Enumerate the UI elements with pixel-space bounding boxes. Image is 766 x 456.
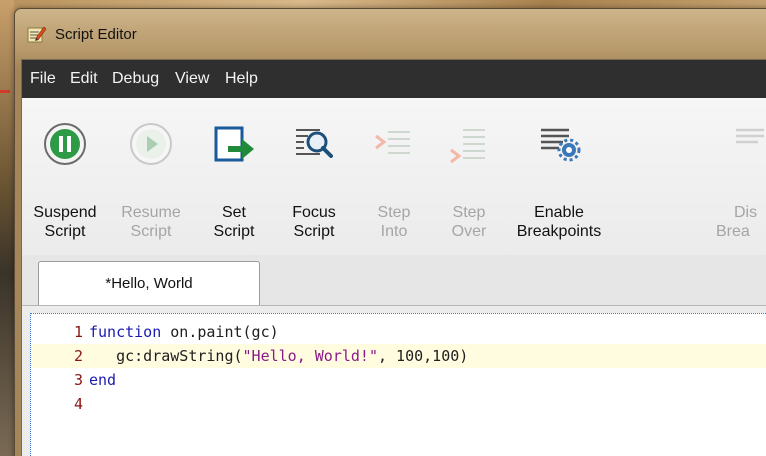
suspend-script-label-2: Script bbox=[44, 223, 86, 240]
breakpoints-gear-icon bbox=[541, 128, 581, 162]
set-script-button[interactable]: Set Script bbox=[194, 98, 274, 255]
step-over-button[interactable]: Step Over bbox=[434, 98, 504, 255]
line-number: 3 bbox=[73, 371, 83, 389]
desktop-red-mark bbox=[0, 90, 10, 93]
step-over-label-1: Step bbox=[452, 204, 486, 221]
tab-label: *Hello, World bbox=[105, 275, 193, 292]
code-editor[interactable]: 1 function on.paint(gc) 2 gc:drawString(… bbox=[30, 313, 766, 456]
code-token: on.paint(gc) bbox=[161, 323, 279, 341]
window-title: Script Editor bbox=[55, 26, 137, 43]
set-script-icon bbox=[214, 126, 254, 162]
string-token: "Hello, World!" bbox=[242, 347, 378, 365]
resume-script-label-2: Script bbox=[130, 223, 172, 240]
code-text: end bbox=[89, 368, 116, 392]
step-over-icon bbox=[450, 129, 485, 164]
step-into-icon bbox=[375, 131, 410, 154]
code-line[interactable]: 4 bbox=[31, 392, 766, 416]
set-script-label-2: Script bbox=[213, 223, 255, 240]
menu-edit[interactable]: Edit bbox=[70, 70, 98, 88]
code-line-current[interactable]: 2 gc:drawString("Hello, World!", 100,100… bbox=[31, 344, 766, 368]
code-text: gc:drawString("Hello, World!", 100,100) bbox=[89, 344, 468, 368]
desktop-background bbox=[0, 0, 14, 456]
enable-breakpoints-button[interactable]: Enable Breakpoints bbox=[504, 98, 614, 255]
resume-script-button[interactable]: Resume Script bbox=[108, 98, 194, 255]
disable-breakpoints-label-1: Dis bbox=[734, 204, 758, 221]
keyword-token: end bbox=[89, 371, 117, 389]
magnifier-icon bbox=[296, 129, 333, 158]
tab-hello-world[interactable]: *Hello, World bbox=[38, 261, 260, 305]
keyword-token: function bbox=[89, 323, 162, 341]
script-editor-app-icon bbox=[27, 26, 47, 43]
code-line[interactable]: 3 end bbox=[31, 368, 766, 392]
enable-breakpoints-label-1: Enable bbox=[534, 204, 584, 221]
window-client-area: File Edit Debug View Help Suspend Script bbox=[21, 59, 766, 456]
pause-icon bbox=[44, 123, 86, 165]
suspend-script-button[interactable]: Suspend Script bbox=[22, 98, 108, 255]
line-number: 2 bbox=[73, 347, 83, 365]
menu-debug[interactable]: Debug bbox=[112, 70, 159, 88]
tab-strip: *Hello, World bbox=[22, 255, 766, 306]
menu-file[interactable]: File bbox=[30, 70, 56, 88]
menu-bar: File Edit Debug View Help bbox=[22, 60, 766, 98]
disable-breakpoints-label-2: Brea bbox=[716, 223, 750, 240]
step-into-label-2: Into bbox=[380, 223, 408, 240]
disable-breakpoints-icon bbox=[736, 128, 764, 144]
step-into-label-1: Step bbox=[377, 204, 411, 221]
menu-help[interactable]: Help bbox=[225, 70, 258, 88]
toolbar: Suspend Script Resume Script Set Script … bbox=[22, 98, 766, 256]
play-icon bbox=[130, 123, 172, 165]
focus-script-label-1: Focus bbox=[292, 204, 336, 221]
code-token: , 100,100) bbox=[378, 347, 469, 365]
code-token: gc:drawString( bbox=[89, 347, 243, 365]
enable-breakpoints-label-2: Breakpoints bbox=[516, 223, 602, 240]
script-editor-window: Script Editor File Edit Debug View Help … bbox=[14, 8, 766, 456]
menu-view[interactable]: View bbox=[175, 70, 209, 88]
set-script-label-1: Set bbox=[221, 204, 246, 221]
step-over-label-2: Over bbox=[451, 223, 487, 240]
line-number: 4 bbox=[73, 395, 83, 413]
title-bar[interactable]: Script Editor bbox=[15, 9, 766, 59]
disable-breakpoints-button[interactable]: Dis Brea bbox=[714, 98, 766, 255]
code-line[interactable]: 1 function on.paint(gc) bbox=[31, 320, 766, 344]
step-into-button[interactable]: Step Into bbox=[354, 98, 434, 255]
code-text: function on.paint(gc) bbox=[89, 320, 279, 344]
focus-script-label-2: Script bbox=[293, 223, 335, 240]
line-number: 1 bbox=[73, 323, 83, 341]
resume-script-label-1: Resume bbox=[121, 204, 181, 221]
suspend-script-label-1: Suspend bbox=[33, 204, 97, 221]
focus-script-button[interactable]: Focus Script bbox=[274, 98, 354, 255]
